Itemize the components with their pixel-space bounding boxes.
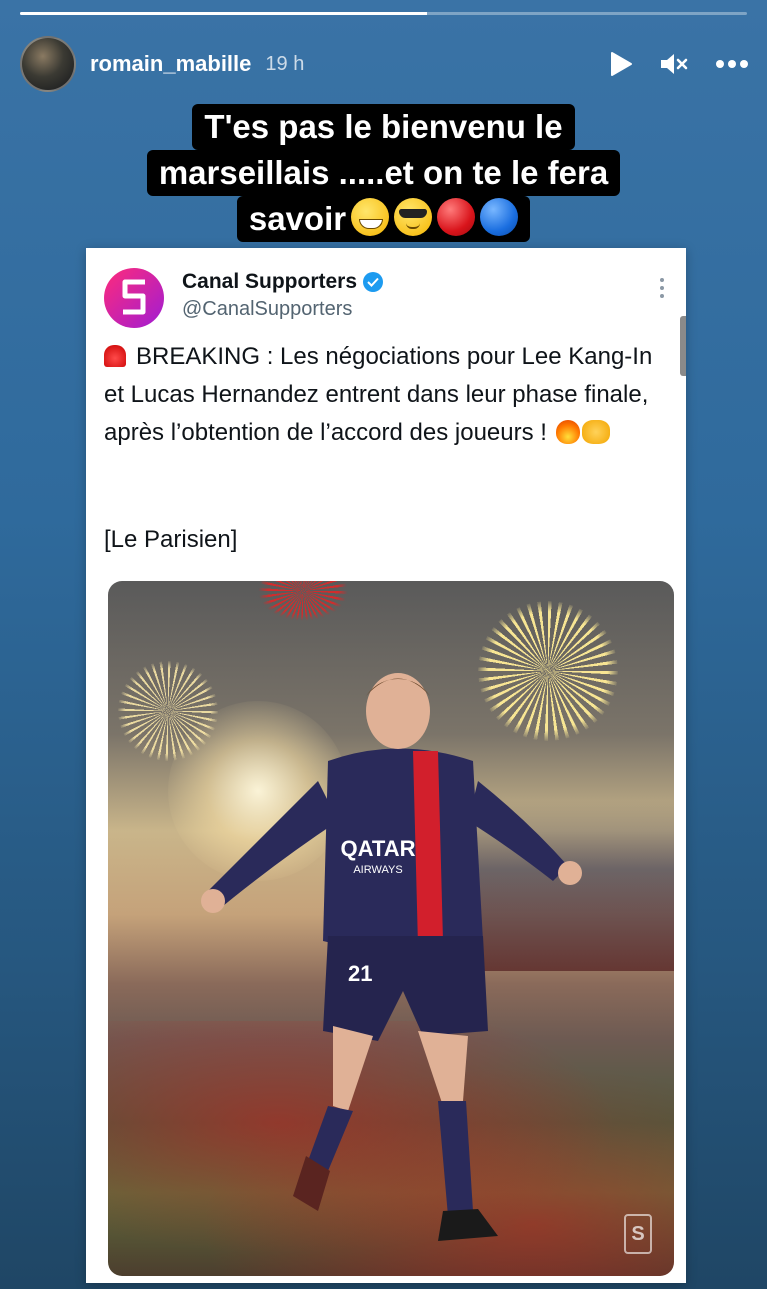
firework-burst [258, 581, 348, 621]
story-header: romain_mabille 19 h [20, 36, 749, 92]
account-name[interactable]: Canal Supporters [182, 270, 384, 294]
canal-supporters-logo[interactable] [104, 268, 164, 328]
tweet-header: Canal Supporters @CanalSupporters [104, 268, 666, 328]
handshake-emoji-icon [581, 420, 610, 444]
more-horizontal-icon[interactable] [715, 59, 749, 69]
timestamp: 19 h [265, 52, 305, 75]
sponsor-text: QATAR [341, 836, 416, 861]
caption-line-1: T'es pas le bienvenu le [192, 104, 575, 150]
fire-emoji-icon [555, 420, 580, 444]
sponsor-subtext: AIRWAYS [353, 864, 402, 876]
sunglasses-face-emoji-icon [394, 198, 433, 236]
tweet-card[interactable]: Canal Supporters @CanalSupporters BREAKI… [86, 248, 686, 1283]
avatar[interactable] [20, 36, 76, 92]
play-icon[interactable] [609, 51, 633, 77]
grinning-face-emoji-icon [351, 198, 390, 236]
tweet-body: BREAKING : Les négociations pour Lee Kan… [104, 338, 659, 452]
scroll-indicator [680, 316, 686, 376]
story-caption: T'es pas le bienvenu le marseillais ....… [0, 104, 767, 242]
account-handle[interactable]: @CanalSupporters [182, 298, 383, 321]
story-progress-bar [20, 12, 747, 15]
story-progress-fill [20, 12, 428, 15]
tweet-source: [Le Parisien] [104, 526, 238, 553]
account-name-text: Canal Supporters [182, 270, 358, 293]
watermark-logo: S [624, 1214, 652, 1254]
red-circle-emoji-icon [437, 198, 476, 236]
police-siren-emoji-icon [104, 345, 126, 367]
caption-line-3: savoir [236, 196, 531, 242]
muted-speaker-icon[interactable] [659, 51, 689, 77]
football-player-illustration: QATAR AIRWAYS 21 [201, 673, 582, 1241]
username[interactable]: romain_mabille [90, 51, 251, 77]
blue-circle-emoji-icon [480, 198, 519, 236]
tweet-media-image[interactable]: QATAR AIRWAYS 21 S [108, 581, 674, 1276]
more-vertical-icon[interactable] [660, 268, 666, 328]
verified-badge-icon [363, 272, 384, 292]
caption-line-3-text: savoir [248, 200, 347, 237]
story-controls [609, 51, 749, 77]
caption-line-2: marseillais .....et on te le fera [146, 150, 621, 196]
shirt-number: 21 [348, 961, 372, 986]
